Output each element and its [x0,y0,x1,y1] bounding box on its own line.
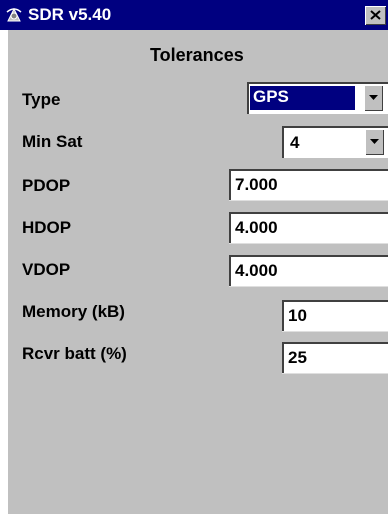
type-selected-value: GPS [250,86,355,110]
tolerances-panel: Tolerances Type GPS Min Sat 4 PDOP 7.000… [0,30,388,514]
min-sat-label: Min Sat [22,132,83,151]
close-button[interactable] [365,6,386,25]
hdop-input[interactable]: 4.000 [229,212,388,244]
type-label: Type [22,90,61,109]
min-sat-dropdown-button[interactable] [365,129,384,155]
sdr-app-icon [5,6,23,24]
type-dropdown-button[interactable] [364,85,383,111]
pdop-input[interactable]: 7.000 [229,169,388,201]
vdop-input[interactable]: 4.000 [229,255,388,287]
min-sat-selected-value: 4 [290,133,300,152]
window-title: SDR v5.40 [28,5,112,24]
type-select[interactable]: GPS [247,82,388,114]
rcvr-batt-input[interactable]: 25 [282,342,388,374]
rcvr-batt-label: Rcvr batt (%) [22,344,127,363]
window-left-edge [0,30,8,514]
title-bar[interactable]: SDR v5.40 [0,0,388,30]
memory-input[interactable]: 10 [282,300,388,332]
min-sat-select[interactable]: 4 [282,126,388,158]
memory-label: Memory (kB) [22,302,125,321]
panel-heading: Tolerances [150,45,244,65]
pdop-label: PDOP [22,176,71,195]
hdop-label: HDOP [22,218,72,237]
vdop-label: VDOP [22,260,71,279]
close-icon [370,7,381,25]
